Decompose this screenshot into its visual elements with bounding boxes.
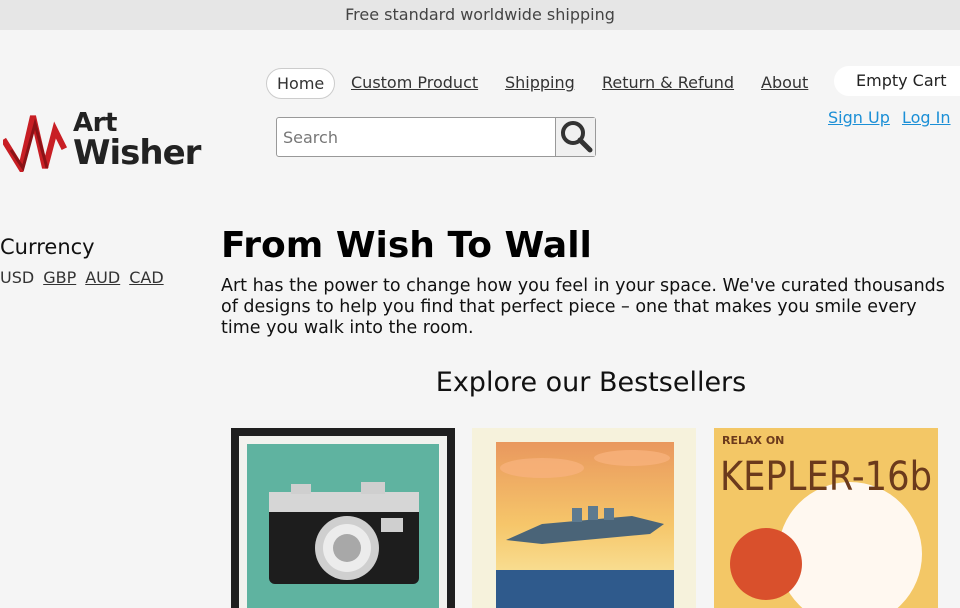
nav-return-refund[interactable]: Return & Refund — [602, 68, 734, 98]
hero-title: From Wish To Wall — [221, 225, 592, 266]
bestsellers-heading: Explore our Bestsellers — [435, 367, 747, 398]
product-card-kepler[interactable]: RELAX ON KEPLER-16b — [714, 428, 938, 608]
currency-title: Currency — [0, 235, 95, 259]
hero-description: Art has the power to change how you feel… — [221, 276, 945, 338]
logo-mark-icon — [3, 115, 68, 172]
currency-gbp[interactable]: GBP — [43, 268, 76, 287]
nav-home[interactable]: Home — [266, 68, 336, 99]
search-icon — [560, 120, 592, 152]
announcement-bar: Free standard worldwide shipping — [0, 0, 960, 30]
search-button[interactable] — [555, 118, 595, 156]
kepler-small-text: RELAX ON — [722, 434, 784, 447]
logo-wordmark: Art Wisher — [73, 108, 201, 173]
spaceship-artwork-image — [472, 428, 696, 608]
nav-shipping[interactable]: Shipping — [505, 68, 575, 98]
nav-custom-product[interactable]: Custom Product — [351, 68, 478, 98]
camera-artwork-image — [231, 428, 455, 608]
announcement-text: Free standard worldwide shipping — [345, 5, 615, 24]
currency-cad[interactable]: CAD — [129, 268, 163, 287]
currency-options: USD GBP AUD CAD — [0, 268, 173, 287]
product-card-camera[interactable] — [231, 428, 455, 608]
log-in-link[interactable]: Log In — [902, 108, 951, 128]
search-bar — [276, 117, 596, 157]
search-input[interactable] — [277, 118, 555, 156]
kepler-poster-image: RELAX ON KEPLER-16b — [714, 428, 938, 608]
cart-button[interactable]: Empty Cart — [834, 66, 960, 96]
art-wisher-logo[interactable]: Art Wisher — [3, 108, 203, 174]
kepler-title-text: KEPLER-16b — [720, 454, 932, 500]
currency-aud[interactable]: AUD — [85, 268, 120, 287]
sign-up-link[interactable]: Sign Up — [828, 108, 890, 128]
logo-line-2: Wisher — [73, 133, 201, 173]
currency-current: USD — [0, 268, 35, 287]
currency-selector: Currency USD GBP AUD CAD — [0, 234, 173, 287]
nav-about[interactable]: About — [761, 68, 808, 98]
product-card-spaceship[interactable] — [472, 428, 696, 608]
cart-label: Empty Cart — [856, 71, 947, 90]
